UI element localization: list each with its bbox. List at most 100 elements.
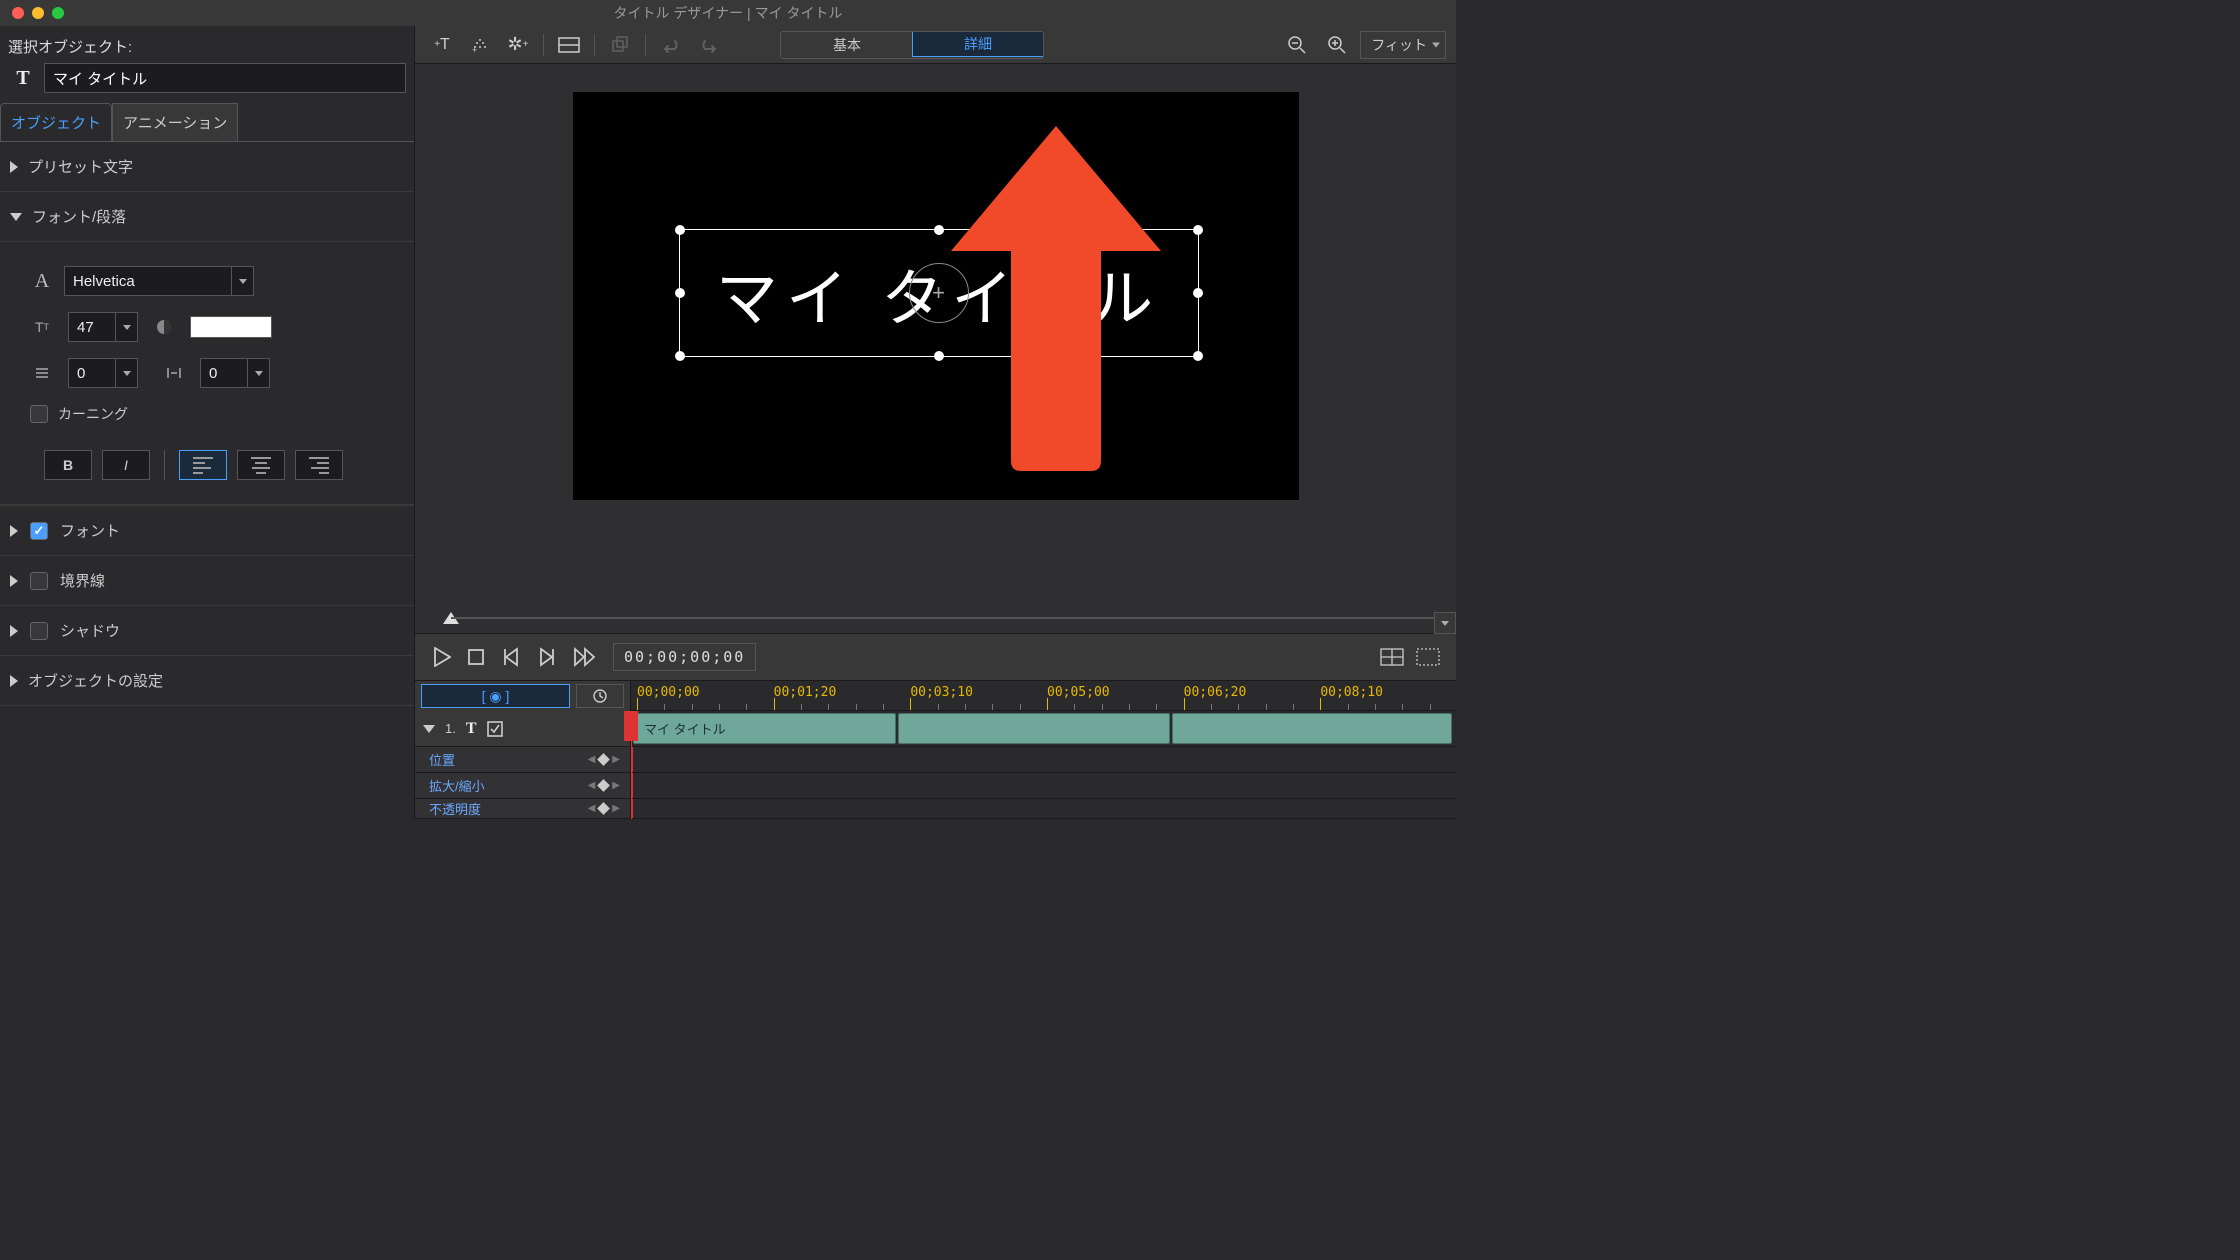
disclosure-right-icon: [10, 675, 18, 687]
section-font-check[interactable]: フォント: [0, 505, 414, 556]
step-forward-button[interactable]: [537, 647, 557, 667]
property-lane[interactable]: [631, 773, 1456, 798]
section-border-check[interactable]: 境界線: [0, 556, 414, 606]
timeline-zoom-slider[interactable]: [415, 603, 1456, 633]
disclosure-right-icon: [10, 625, 18, 637]
time-view-button[interactable]: [576, 684, 624, 708]
track-lane[interactable]: マイ タイトル: [631, 711, 1456, 746]
tracking-icon: [162, 364, 186, 382]
ruler-tick-label: 00;06;20: [1184, 685, 1247, 700]
playback-controls: 00;00;00;00: [415, 633, 1456, 681]
ruler-tick-label: 00;01;20: [774, 685, 837, 700]
zoom-in-button[interactable]: [1320, 31, 1354, 59]
property-row-position[interactable]: 位置 ◀▶: [415, 747, 631, 772]
window-titlebar: タイトル デザイナー | マイ タイトル: [0, 0, 1456, 26]
line-spacing-input[interactable]: 0: [68, 358, 138, 388]
property-row-scale[interactable]: 拡大/縮小 ◀▶: [415, 773, 631, 798]
add-effect-button[interactable]: ✲+: [501, 31, 535, 59]
mode-basic-button[interactable]: 基本: [781, 32, 913, 58]
font-size-icon: TT: [30, 319, 54, 335]
time-ruler[interactable]: 00;00;00 00;01;20 00;03;10 00;05;00 00;06;20…: [631, 681, 1456, 711]
tracking-input[interactable]: 0: [200, 358, 270, 388]
ruler-tick-label: 00;03;10: [910, 685, 973, 700]
bold-button[interactable]: B: [44, 450, 92, 480]
ruler-tick-label: 00;08;10: [1320, 685, 1383, 700]
text-type-icon: T: [466, 714, 477, 744]
svg-text:+: +: [472, 45, 477, 55]
video-stage: マイ タイトル +: [573, 92, 1299, 500]
maximize-window-button[interactable]: [52, 7, 64, 19]
step-back-button[interactable]: [501, 647, 521, 667]
keyframe-view-button[interactable]: [ ◉ ]: [421, 684, 570, 708]
border-enable-checkbox[interactable]: [30, 572, 48, 590]
clip-segment[interactable]: [898, 713, 1170, 744]
property-row-opacity[interactable]: 不透明度 ◀▶: [415, 799, 631, 818]
minimize-window-button[interactable]: [32, 7, 44, 19]
font-color-swatch[interactable]: [190, 316, 272, 338]
disclosure-right-icon: [10, 525, 18, 537]
font-family-dropdown[interactable]: Helvetica: [64, 266, 254, 296]
duplicate-button[interactable]: [603, 31, 637, 59]
left-sidebar: 選択オブジェクト: T オブジェクト アニメーション プリセット文字 フォント/…: [0, 26, 415, 819]
stop-button[interactable]: [467, 648, 485, 666]
undo-button[interactable]: [654, 31, 688, 59]
kerning-checkbox[interactable]: [30, 405, 48, 423]
clip-segment[interactable]: [1172, 713, 1452, 744]
play-button[interactable]: [433, 647, 451, 667]
disclosure-right-icon: [10, 575, 18, 587]
selected-object-label: 選択オブジェクト:: [0, 26, 414, 63]
add-text-button[interactable]: +T: [425, 31, 459, 59]
timeline-panel: [ ◉ ] 00;00;0000;01;2000;03;1000;05;0000…: [415, 681, 1456, 819]
ruler-tick-label: 00;00;00: [637, 685, 700, 700]
playhead-icon[interactable]: [624, 711, 638, 741]
property-lane[interactable]: [631, 747, 1456, 772]
font-family-icon: A: [30, 270, 54, 293]
align-center-button[interactable]: [237, 450, 285, 480]
contrast-icon: [152, 318, 176, 336]
align-right-button[interactable]: [295, 450, 343, 480]
keyframe-icon[interactable]: [597, 802, 610, 815]
font-enable-checkbox[interactable]: [30, 522, 48, 540]
font-size-input[interactable]: 47: [68, 312, 138, 342]
section-shadow-check[interactable]: シャドウ: [0, 606, 414, 656]
kerning-label: カーニング: [58, 404, 128, 424]
canvas-area: +T + ✲+ 基本 詳細: [415, 26, 1456, 819]
property-lane[interactable]: [631, 799, 1456, 818]
ruler-tick-label: 00;05;00: [1047, 685, 1110, 700]
insert-image-button[interactable]: [552, 31, 586, 59]
window-title: タイトル デザイナー | マイ タイトル: [614, 3, 843, 23]
ruler-controls: [ ◉ ]: [415, 681, 631, 711]
visibility-checkbox-icon[interactable]: [487, 721, 503, 737]
canvas-toolbar: +T + ✲+ 基本 詳細: [415, 26, 1456, 64]
section-preset-text[interactable]: プリセット文字: [0, 142, 414, 192]
shadow-enable-checkbox[interactable]: [30, 622, 48, 640]
redo-button[interactable]: [692, 31, 726, 59]
keyframe-icon[interactable]: [597, 753, 610, 766]
zoom-out-button[interactable]: [1280, 31, 1314, 59]
safe-zone-button[interactable]: [1380, 648, 1404, 666]
fast-forward-button[interactable]: [573, 647, 597, 667]
italic-button[interactable]: I: [102, 450, 150, 480]
tab-animation[interactable]: アニメーション: [112, 103, 238, 141]
line-spacing-icon: [30, 364, 54, 382]
track-header[interactable]: 1. T: [415, 711, 631, 746]
annotation-up-arrow-icon: [926, 116, 1186, 476]
tab-object[interactable]: オブジェクト: [0, 103, 112, 141]
keyframe-icon[interactable]: [597, 779, 610, 792]
text-type-icon: T: [8, 63, 38, 93]
timecode-display[interactable]: 00;00;00;00: [613, 643, 756, 671]
font-panel: A Helvetica TT 47: [0, 242, 414, 505]
mode-advanced-button[interactable]: 詳細: [912, 31, 1044, 57]
section-font-paragraph[interactable]: フォント/段落: [0, 192, 414, 242]
section-object-settings[interactable]: オブジェクトの設定: [0, 656, 414, 706]
clip-segment[interactable]: マイ タイトル: [633, 713, 896, 744]
close-window-button[interactable]: [12, 7, 24, 19]
aspect-ratio-button[interactable]: [1416, 648, 1440, 666]
track-disclosure-icon[interactable]: [423, 725, 435, 733]
preview-canvas[interactable]: マイ タイトル +: [415, 64, 1456, 603]
selected-object-input[interactable]: [44, 63, 406, 93]
align-left-button[interactable]: [179, 450, 227, 480]
panel-options-button[interactable]: [1434, 612, 1456, 634]
zoom-dropdown[interactable]: フィット: [1360, 31, 1446, 59]
add-particle-button[interactable]: +: [463, 31, 497, 59]
